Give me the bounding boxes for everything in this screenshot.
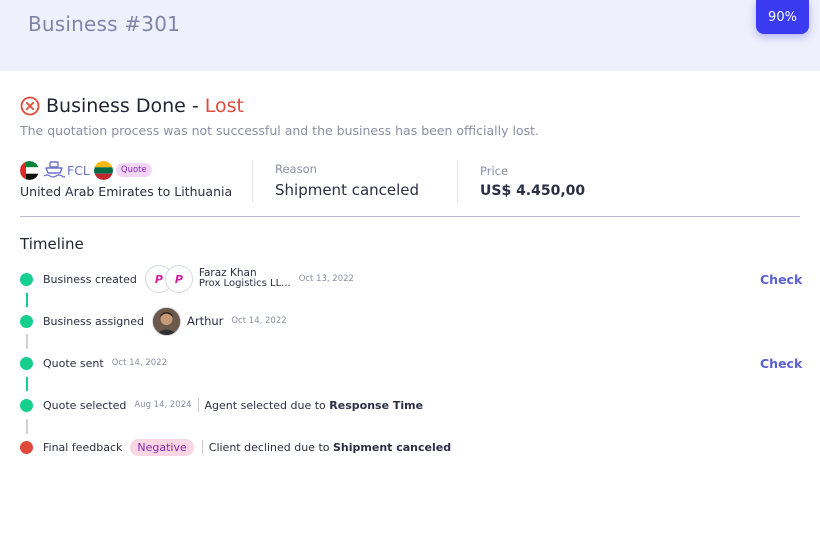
- price-value: US$ 4.450,00: [480, 183, 586, 199]
- timeline-connector: [26, 293, 28, 307]
- detail-value: Shipment canceled: [333, 440, 452, 454]
- divider: [457, 160, 458, 202]
- separator: [201, 440, 203, 454]
- person-info: Faraz Khan Prox Logistics LL...: [199, 268, 291, 290]
- status-dot: [20, 440, 33, 454]
- timeline-connector: [26, 334, 28, 349]
- section-divider: [20, 216, 800, 217]
- event-label: Quote sent: [43, 356, 104, 370]
- event-date: Aug 14, 2024: [134, 400, 192, 410]
- event-date: Oct 14, 2022: [111, 358, 167, 368]
- status-dot: [20, 398, 33, 412]
- timeline-event: Final feedback Negative Client declined …: [20, 435, 451, 459]
- reason-label: Reason: [275, 162, 317, 176]
- reason-value: Shipment canceled: [275, 181, 420, 199]
- event-label: Business assigned: [43, 314, 144, 328]
- event-label: Quote selected: [43, 398, 127, 412]
- timeline-event: Business assigned Arthur Oct 14, 2022: [20, 306, 287, 336]
- timeline-event: Business created P P Faraz Khan Prox Log…: [20, 265, 354, 293]
- detail-prefix: Client declined due to: [208, 440, 330, 454]
- timeline-event: Quote selected Aug 14, 2024 Agent select…: [20, 393, 423, 417]
- timeline-connector: [26, 377, 28, 391]
- event-date: Oct 14, 2022: [231, 316, 287, 326]
- event-detail: Client declined due to Shipment canceled: [209, 441, 451, 454]
- status-row: Business Done - Lost: [20, 95, 244, 117]
- status-title: Business Done -: [46, 95, 199, 117]
- quote-tag: Quote: [115, 163, 152, 177]
- avatar: [151, 306, 181, 336]
- timeline-event: Quote sent Oct 14, 2022: [20, 351, 167, 375]
- status-dot: [20, 314, 33, 328]
- route-block: FCL Quote United Arab Emirates to Lithua…: [20, 160, 232, 199]
- status-outcome: Lost: [204, 95, 244, 117]
- event-detail: Agent selected due to Response Time: [205, 399, 424, 412]
- negative-badge: Negative: [130, 438, 194, 456]
- route-text: United Arab Emirates to Lithuania: [20, 184, 233, 199]
- page-title: Business #301: [28, 12, 181, 36]
- detail-prefix: Agent selected due to: [204, 398, 326, 412]
- timeline-connector: [26, 419, 28, 434]
- uae-flag-icon: [20, 160, 39, 180]
- reason-block: Reason Shipment canceled: [275, 162, 419, 199]
- price-label: Price: [480, 164, 509, 178]
- company-logo: P: [164, 265, 193, 293]
- assignee-name: Arthur: [186, 314, 224, 328]
- close-circle-icon: [20, 96, 40, 116]
- event-label: Final feedback: [43, 440, 123, 454]
- event-date: Oct 13, 2022: [298, 274, 354, 284]
- event-label: Business created: [43, 272, 137, 286]
- status-description: The quotation process was not successful…: [20, 123, 539, 138]
- shipment-mode: FCL: [67, 162, 90, 178]
- status-dot: [20, 272, 33, 286]
- check-link[interactable]: Check: [760, 356, 802, 371]
- person-company: Prox Logistics LL...: [198, 278, 291, 290]
- lithuania-flag-icon: [93, 160, 113, 180]
- ship-icon: [43, 161, 65, 178]
- separator: [197, 398, 199, 412]
- timeline-title: Timeline: [20, 235, 84, 253]
- price-block: Price US$ 4.450,00: [480, 164, 585, 199]
- divider: [252, 160, 253, 202]
- progress-badge: 90%: [756, 0, 809, 34]
- check-link[interactable]: Check: [760, 272, 802, 287]
- status-dot: [20, 356, 33, 370]
- detail-value: Response Time: [329, 398, 424, 412]
